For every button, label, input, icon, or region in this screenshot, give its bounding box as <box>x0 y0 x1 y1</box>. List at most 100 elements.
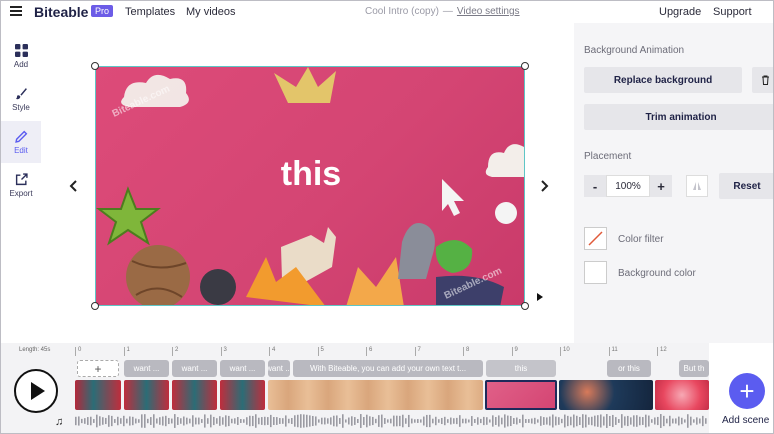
waveform-bar <box>225 415 227 427</box>
waveform-bar <box>378 415 380 427</box>
background-color-swatch[interactable] <box>584 261 607 284</box>
flip-button[interactable] <box>686 175 708 197</box>
flip-icon <box>693 182 701 190</box>
waveform-bar <box>561 418 563 424</box>
scene-caption[interactable]: or this <box>607 360 651 377</box>
prev-scene-arrow-icon[interactable] <box>69 180 79 192</box>
waveform-bar <box>636 415 638 427</box>
scene-text[interactable]: this <box>96 155 524 194</box>
waveform-bar <box>384 418 386 424</box>
waveform-bar <box>294 415 296 427</box>
tool-style[interactable]: Style <box>1 78 41 120</box>
placement-label: Placement <box>584 151 632 162</box>
support-link[interactable]: Support <box>713 6 752 18</box>
video-settings-link[interactable]: Video settings <box>457 6 520 17</box>
scene-caption[interactable]: With Biteable, you can add your own text… <box>293 360 483 377</box>
tool-add-label: Add <box>13 59 29 69</box>
scene-thumbnail[interactable] <box>172 380 217 410</box>
waveform-bar <box>216 418 218 424</box>
nav-templates[interactable]: Templates <box>125 6 175 18</box>
waveform-bar <box>81 418 83 424</box>
menu-icon[interactable] <box>10 6 22 16</box>
resize-handle-top-right[interactable] <box>521 62 529 70</box>
audio-waveform[interactable] <box>75 414 707 428</box>
waveform-bar <box>705 418 707 424</box>
tool-export[interactable]: Export <box>1 164 41 206</box>
waveform-bar <box>411 418 413 424</box>
waveform-bar <box>552 414 554 428</box>
waveform-bar <box>519 419 521 423</box>
scene-caption-selected[interactable]: this <box>486 360 556 377</box>
waveform-bar <box>417 419 419 423</box>
bg-animation-label: Background Animation <box>584 45 685 56</box>
project-title[interactable]: Cool Intro (copy) <box>365 6 439 17</box>
waveform-bar <box>219 416 221 426</box>
waveform-bar <box>381 414 383 428</box>
scene-thumbnail[interactable] <box>124 380 169 410</box>
zoom-value-field[interactable]: 100% <box>606 175 650 197</box>
waveform-bar <box>318 419 320 423</box>
tool-add[interactable]: Add <box>1 35 41 77</box>
waveform-bar <box>372 416 374 426</box>
waveform-bar <box>387 419 389 423</box>
scene-thumbnail-selected[interactable] <box>485 380 557 410</box>
scene-thumbnail[interactable] <box>559 380 653 410</box>
waveform-bar <box>312 415 314 427</box>
waveform-bar <box>300 414 302 428</box>
zoom-minus-button[interactable]: - <box>584 175 606 197</box>
delete-background-button[interactable] <box>752 67 773 93</box>
scene-thumbnail[interactable] <box>75 380 121 410</box>
music-note-icon[interactable]: ♫ <box>55 416 63 428</box>
preview-play-icon[interactable] <box>537 293 543 301</box>
waveform-bar <box>168 417 170 425</box>
scene-thumbnail[interactable] <box>220 380 265 410</box>
waveform-bar <box>420 419 422 423</box>
color-filter-swatch[interactable] <box>584 227 607 250</box>
next-scene-arrow-icon[interactable] <box>539 180 549 192</box>
replace-background-button[interactable]: Replace background <box>584 67 742 93</box>
video-canvas[interactable]: Biteable.com Biteable.com this <box>95 66 525 306</box>
waveform-bar <box>276 417 278 425</box>
waveform-bar <box>681 417 683 425</box>
waveform-bar <box>348 417 350 425</box>
reset-button[interactable]: Reset <box>719 173 773 199</box>
upgrade-link[interactable]: Upgrade <box>659 6 701 18</box>
waveform-bar <box>213 416 215 426</box>
waveform-bar <box>405 418 407 424</box>
scene-thumbnail[interactable] <box>655 380 709 410</box>
tool-edit[interactable]: Edit <box>1 121 41 163</box>
zoom-plus-button[interactable]: + <box>650 175 672 197</box>
waveform-bar <box>309 415 311 427</box>
scene-thumbnail[interactable] <box>268 380 483 410</box>
waveform-bar <box>369 416 371 426</box>
resize-handle-top-left[interactable] <box>91 62 99 70</box>
waveform-bar <box>525 419 527 423</box>
resize-handle-bottom-left[interactable] <box>91 302 99 310</box>
logo[interactable]: Biteable <box>34 4 88 20</box>
nav-my-videos[interactable]: My videos <box>186 6 236 18</box>
timeline-play-button[interactable] <box>14 369 58 413</box>
scene-caption[interactable]: But th <box>679 360 709 377</box>
insert-scene-button[interactable]: + <box>77 360 119 377</box>
resize-handle-bottom-right[interactable] <box>521 302 529 310</box>
waveform-bar <box>393 415 395 427</box>
scene-caption[interactable]: want ... <box>124 360 169 377</box>
waveform-bar <box>336 415 338 427</box>
top-bar: Biteable Pro Templates My videos Cool In… <box>1 1 773 23</box>
scene-caption[interactable]: want ... <box>220 360 265 377</box>
trim-animation-button[interactable]: Trim animation <box>584 104 773 130</box>
scene-caption[interactable]: want ... <box>268 360 290 377</box>
ruler-tick: 4 <box>269 347 275 356</box>
waveform-bar <box>138 419 140 423</box>
waveform-bar <box>558 417 560 425</box>
play-icon <box>31 382 45 400</box>
waveform-bar <box>243 419 245 423</box>
waveform-bar <box>84 418 86 424</box>
background-color-label: Background color <box>618 268 696 279</box>
scene-caption[interactable]: want ... <box>172 360 217 377</box>
waveform-bar <box>528 419 530 423</box>
ruler-tick: 3 <box>220 347 227 356</box>
add-scene-button[interactable]: + <box>729 373 765 409</box>
waveform-bar <box>159 417 161 425</box>
waveform-bar <box>93 419 95 423</box>
